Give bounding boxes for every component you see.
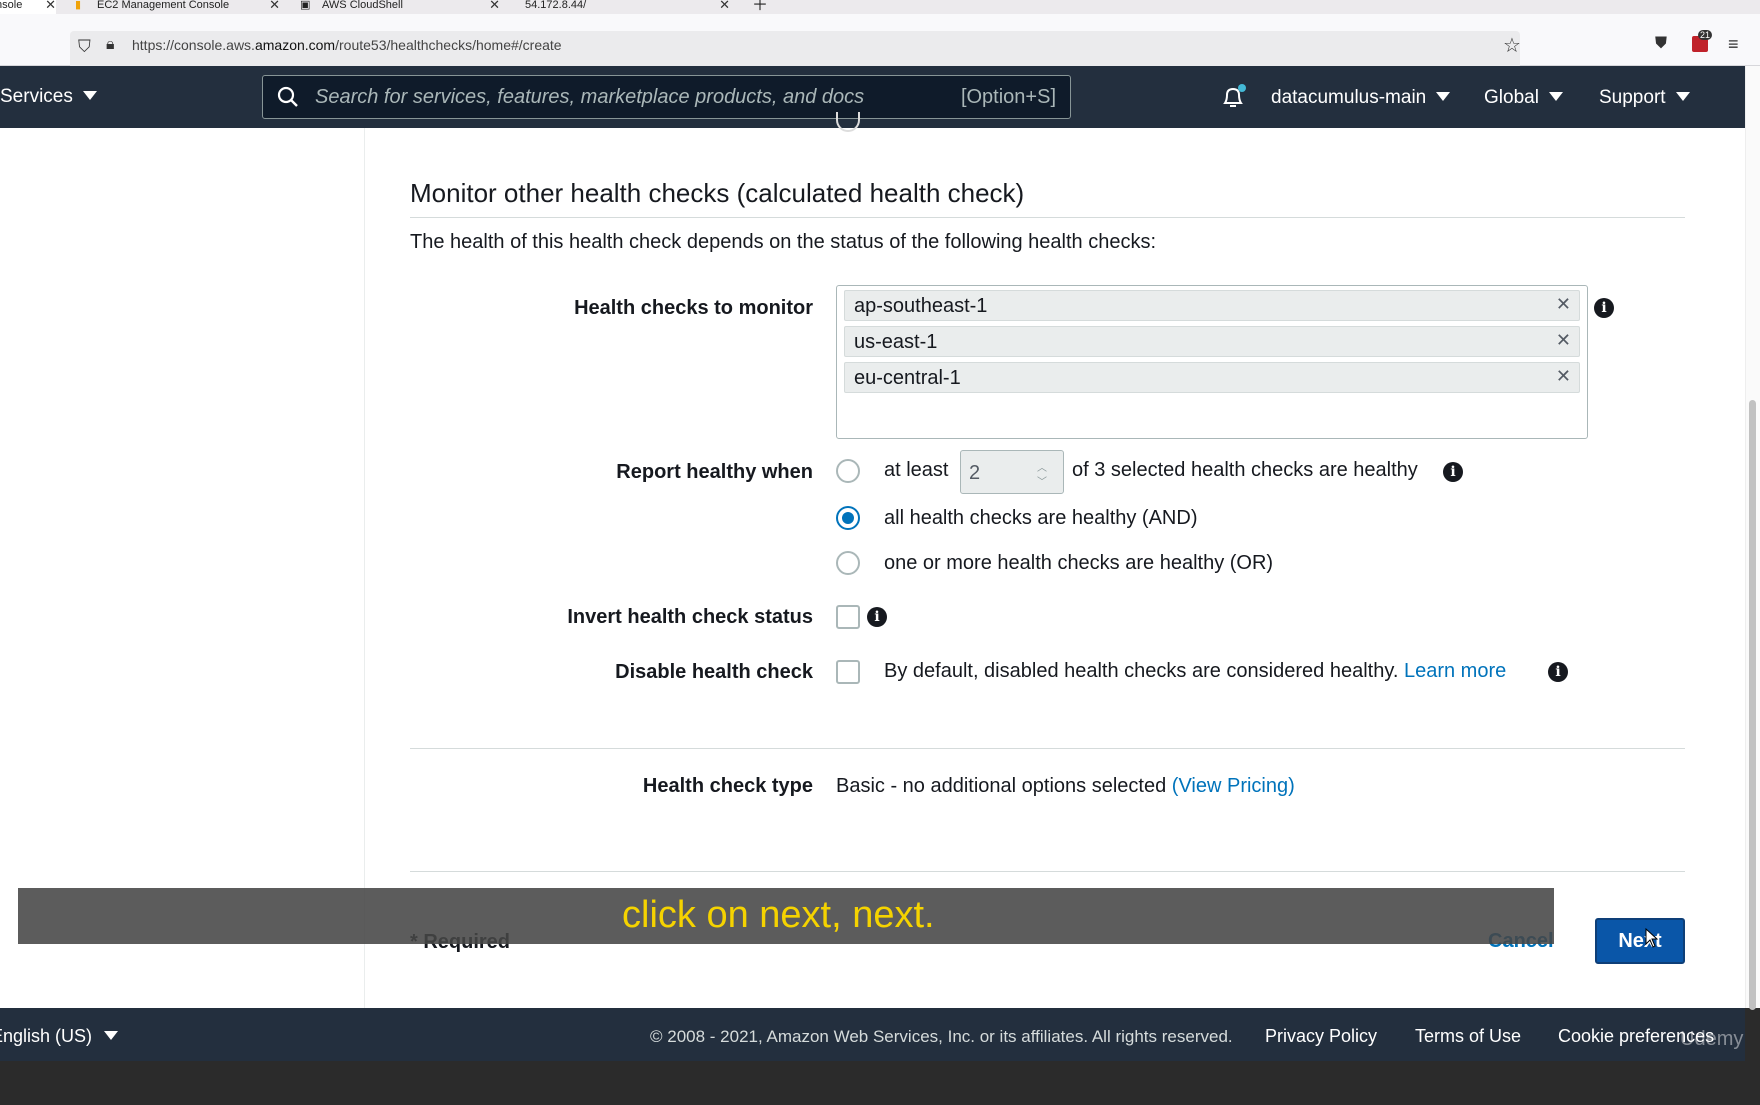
caret-down-icon bbox=[82, 91, 97, 100]
selected-health-check: eu-central-1 ✕ bbox=[844, 362, 1580, 393]
divider bbox=[410, 217, 1685, 218]
close-icon[interactable]: ✕ bbox=[719, 0, 730, 11]
main-content bbox=[0, 128, 1745, 1008]
type-value: Basic - no additional options selected (… bbox=[836, 775, 1295, 797]
extension-badge: 21 bbox=[1698, 30, 1713, 40]
cloudshell-tab-icon: ▣ bbox=[300, 0, 311, 11]
caret-down-icon bbox=[1675, 92, 1690, 101]
close-icon[interactable]: ✕ bbox=[269, 0, 280, 11]
tab-label: 54.172.8.44/ bbox=[525, 0, 587, 11]
close-icon[interactable]: ✕ bbox=[489, 0, 500, 11]
remove-icon[interactable]: ✕ bbox=[1556, 330, 1571, 351]
divider bbox=[410, 871, 1685, 872]
watermark: Udemy bbox=[1680, 1028, 1744, 1050]
url-text[interactable]: https://console.aws.amazon.com/route53/h… bbox=[132, 37, 562, 53]
language-selector[interactable]: English (US) bbox=[0, 1026, 119, 1047]
info-icon[interactable]: i bbox=[1443, 462, 1463, 482]
close-icon[interactable]: ✕ bbox=[45, 0, 56, 11]
selected-health-check: us-east-1 ✕ bbox=[844, 326, 1580, 357]
radio-at-least[interactable] bbox=[836, 459, 860, 483]
threshold-stepper[interactable]: ︿ ﹀ bbox=[960, 450, 1064, 494]
aws-tab-icon: ▮ bbox=[75, 0, 82, 11]
global-search[interactable]: Search for services, features, marketpla… bbox=[262, 75, 1071, 119]
terms-link[interactable]: Terms of Use bbox=[1415, 1026, 1521, 1047]
option-and-label: all health checks are healthy (AND) bbox=[884, 507, 1198, 529]
bookmark-star-icon[interactable]: ☆ bbox=[1503, 33, 1521, 58]
token-label: us-east-1 bbox=[854, 331, 938, 353]
disable-checkbox[interactable] bbox=[836, 660, 860, 684]
bottom-bar bbox=[0, 1061, 1760, 1105]
services-menu[interactable]: Services bbox=[0, 86, 97, 108]
scrollbar-thumb[interactable] bbox=[1749, 400, 1756, 1010]
support-menu[interactable]: Support bbox=[1599, 87, 1690, 109]
lock-icon[interactable]: 🔒︎ bbox=[106, 36, 115, 54]
threshold-suffix: of 3 selected health checks are healthy bbox=[1072, 459, 1418, 481]
notification-bell-icon[interactable] bbox=[1220, 84, 1246, 110]
info-icon[interactable]: i bbox=[1548, 662, 1568, 682]
threshold-input[interactable] bbox=[969, 460, 1029, 486]
sidebar-divider bbox=[364, 128, 365, 1008]
section-title: Monitor other health checks (calculated … bbox=[410, 178, 1025, 208]
remove-icon[interactable]: ✕ bbox=[1556, 294, 1571, 315]
search-shortcut: [Option+S] bbox=[960, 86, 1056, 108]
type-label: Health check type bbox=[642, 775, 813, 797]
remove-icon[interactable]: ✕ bbox=[1556, 366, 1571, 387]
learn-more-link[interactable]: Learn more bbox=[1404, 660, 1506, 682]
pocket-icon[interactable]: ⛊ bbox=[1655, 35, 1667, 53]
radio-and[interactable] bbox=[836, 506, 860, 530]
invert-label: Invert health check status bbox=[567, 606, 813, 628]
view-pricing-link[interactable]: (View Pricing) bbox=[1172, 775, 1295, 797]
report-label: Report healthy when bbox=[616, 461, 813, 483]
tab-label: Console bbox=[0, 0, 23, 11]
next-button[interactable]: Next bbox=[1595, 918, 1685, 964]
at-least-label: at least bbox=[884, 459, 949, 481]
option-or-label: one or more health checks are healthy (O… bbox=[884, 552, 1274, 574]
menu-icon[interactable]: ≡ bbox=[1728, 34, 1739, 55]
caret-down-icon bbox=[1436, 92, 1451, 101]
cursor-icon bbox=[1645, 928, 1659, 948]
caret-down-icon bbox=[1548, 92, 1563, 101]
caption-text: click on next, next. bbox=[622, 894, 935, 936]
video-caption: click on next, next. bbox=[18, 888, 1554, 944]
caret-down-icon bbox=[104, 1031, 119, 1040]
token-label: ap-southeast-1 bbox=[854, 295, 988, 317]
browser-tab[interactable]: ▣ AWS CloudShell ✕ bbox=[300, 0, 500, 14]
shield-icon[interactable]: ⛉ bbox=[78, 37, 91, 57]
region-menu[interactable]: Global bbox=[1484, 87, 1563, 109]
disable-description: By default, disabled health checks are c… bbox=[884, 660, 1507, 682]
chevron-up-icon[interactable]: ︿ bbox=[1037, 459, 1047, 474]
tab-label: EC2 Management Console bbox=[97, 0, 230, 11]
section-description: The health of this health check depends … bbox=[410, 231, 1157, 253]
disable-label: Disable health check bbox=[615, 661, 813, 683]
copyright: © 2008 - 2021, Amazon Web Services, Inc.… bbox=[650, 1027, 1233, 1046]
account-menu[interactable]: datacumulus-main bbox=[1271, 87, 1451, 109]
info-icon[interactable]: i bbox=[1594, 298, 1614, 318]
browser-tab-bar: Console ✕ ▮ EC2 Management Console ✕ ▣ A… bbox=[0, 0, 1760, 14]
invert-checkbox[interactable] bbox=[836, 605, 860, 629]
divider bbox=[410, 748, 1685, 749]
url-bar: ⛉ 🔒︎ https://console.aws.amazon.com/rout… bbox=[0, 14, 1760, 69]
search-icon bbox=[277, 86, 298, 107]
tab-label: AWS CloudShell bbox=[322, 0, 403, 11]
selected-health-check: ap-southeast-1 ✕ bbox=[844, 290, 1580, 321]
browser-tab[interactable]: ▮ EC2 Management Console ✕ bbox=[75, 0, 280, 14]
search-placeholder: Search for services, features, marketpla… bbox=[315, 86, 865, 108]
privacy-link[interactable]: Privacy Policy bbox=[1265, 1026, 1377, 1047]
info-icon[interactable]: i bbox=[867, 607, 887, 627]
monitor-label: Health checks to monitor bbox=[574, 297, 813, 319]
token-label: eu-central-1 bbox=[854, 367, 961, 389]
browser-tab[interactable]: 54.172.8.44/ ✕ bbox=[525, 0, 730, 14]
chevron-down-icon[interactable]: ﹀ bbox=[1037, 473, 1047, 488]
radio-or[interactable] bbox=[836, 551, 860, 575]
browser-tab[interactable]: Console ✕ bbox=[0, 0, 56, 14]
new-tab-button[interactable]: ＋ bbox=[752, 0, 772, 14]
